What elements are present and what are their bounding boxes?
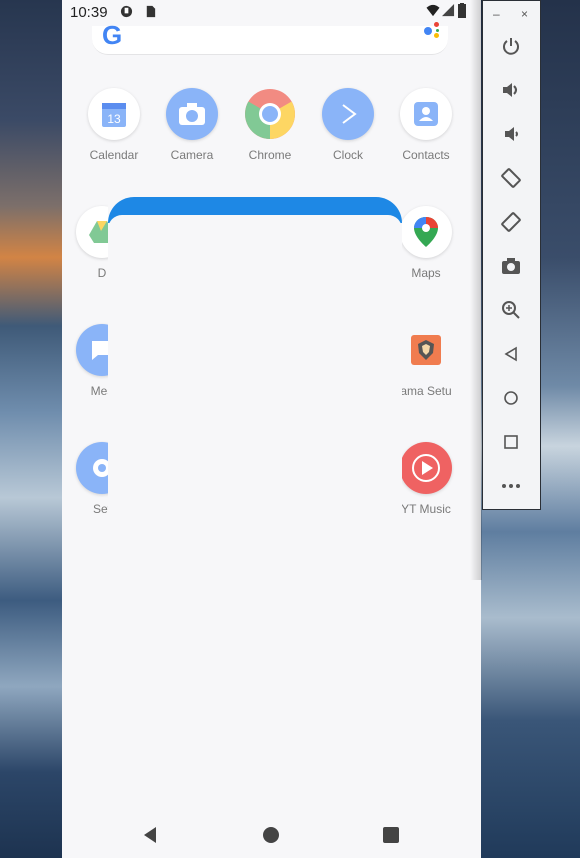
svg-text:13: 13 bbox=[107, 112, 121, 126]
app-label: Contacts bbox=[402, 148, 450, 162]
app-clock[interactable]: Clock bbox=[312, 88, 384, 162]
power-button[interactable] bbox=[497, 32, 525, 60]
app-label: Clock bbox=[332, 148, 363, 162]
notification-icon bbox=[120, 5, 133, 18]
screenshot-icon bbox=[502, 258, 520, 274]
status-bar: 10:39 bbox=[62, 0, 481, 26]
app-label: Chrome bbox=[248, 148, 292, 162]
rotate-left-icon bbox=[501, 168, 521, 188]
launching-app-window bbox=[108, 197, 402, 858]
navigation-bar bbox=[62, 812, 481, 858]
app-label: Calendar bbox=[89, 148, 139, 162]
rotate-right-icon bbox=[501, 212, 521, 232]
app-camera[interactable]: Camera bbox=[156, 88, 228, 162]
emulator-back-button[interactable] bbox=[497, 340, 525, 368]
google-search-bar[interactable]: G bbox=[92, 20, 448, 55]
volume-up-icon bbox=[503, 83, 517, 97]
volume-down-icon bbox=[505, 127, 518, 141]
calendar-icon: 13 bbox=[88, 88, 140, 140]
assistant-icon[interactable] bbox=[424, 18, 442, 42]
sd-card-icon bbox=[146, 5, 156, 18]
more-options-button[interactable] bbox=[497, 472, 525, 500]
rotate-right-button[interactable] bbox=[497, 208, 525, 236]
power-icon bbox=[503, 38, 519, 55]
signal-icon bbox=[442, 4, 455, 17]
emulator-overview-button[interactable] bbox=[497, 428, 525, 456]
back-icon bbox=[504, 346, 517, 362]
google-logo: G bbox=[102, 20, 123, 50]
zoom-button[interactable] bbox=[497, 296, 525, 324]
recents-icon[interactable] bbox=[383, 827, 399, 843]
app-calendar[interactable]: 13 Calendar bbox=[78, 88, 150, 162]
minimize-button[interactable]: – bbox=[493, 7, 500, 21]
app-chrome[interactable]: Chrome bbox=[234, 88, 306, 162]
more-icon bbox=[502, 484, 520, 488]
status-time: 10:39 bbox=[70, 4, 108, 21]
phone-screen: 10:39 G 13 Calendar Camera Chrome Clock … bbox=[62, 0, 481, 858]
screenshot-button[interactable] bbox=[497, 252, 525, 280]
battery-icon bbox=[458, 3, 466, 18]
close-button[interactable]: × bbox=[521, 7, 528, 21]
app-contacts[interactable]: Contacts bbox=[390, 88, 462, 162]
app-window-body bbox=[108, 215, 402, 858]
camera-icon bbox=[166, 88, 218, 140]
emulator-toolbar: – × bbox=[482, 0, 541, 510]
maps-icon bbox=[400, 206, 452, 258]
rotate-left-button[interactable] bbox=[497, 164, 525, 192]
clock-icon bbox=[322, 88, 374, 140]
overview-icon bbox=[504, 435, 518, 449]
app-label: Camera bbox=[170, 148, 214, 162]
contacts-icon bbox=[400, 88, 452, 140]
volume-down-button[interactable] bbox=[497, 120, 525, 148]
panel-shadow bbox=[470, 0, 482, 580]
zoom-icon bbox=[502, 301, 520, 319]
emulator-home-button[interactable] bbox=[497, 384, 525, 412]
aarogya-setu-icon bbox=[400, 324, 452, 376]
home-icon bbox=[504, 391, 518, 405]
yt-music-icon bbox=[400, 442, 452, 494]
home-icon[interactable] bbox=[262, 826, 280, 844]
chrome-icon bbox=[244, 88, 296, 140]
wifi-icon bbox=[426, 4, 440, 17]
back-icon[interactable] bbox=[142, 826, 158, 844]
volume-up-button[interactable] bbox=[497, 76, 525, 104]
